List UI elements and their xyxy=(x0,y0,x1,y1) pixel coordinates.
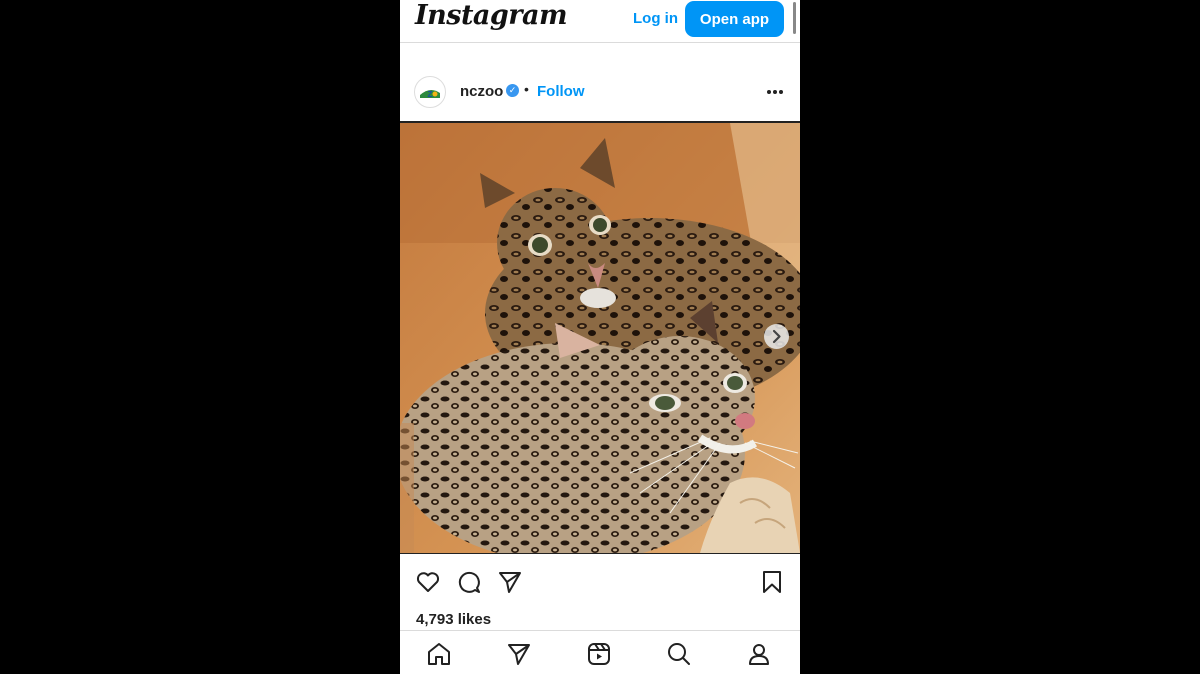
separator-dot: • xyxy=(524,81,529,97)
comment-icon xyxy=(458,571,480,593)
comment-button[interactable] xyxy=(456,569,482,595)
nav-reels[interactable] xyxy=(586,641,612,667)
home-icon xyxy=(428,643,450,665)
heart-icon xyxy=(416,572,440,592)
ocelots-photo-illustration xyxy=(400,123,800,553)
profile-icon xyxy=(749,644,769,665)
bottom-navigation xyxy=(400,630,800,674)
bookmark-icon xyxy=(763,571,781,593)
next-image-button[interactable] xyxy=(764,324,789,349)
follow-button[interactable]: Follow xyxy=(537,83,585,100)
nczoo-logo-icon: Z xyxy=(419,86,441,99)
instagram-logo[interactable]: Instagram xyxy=(415,0,568,31)
direct-icon xyxy=(508,644,530,665)
post-image[interactable] xyxy=(400,121,800,554)
search-icon xyxy=(668,643,690,665)
top-bar: Instagram Log in Open app xyxy=(400,0,800,43)
nav-search[interactable] xyxy=(666,641,692,667)
nav-direct[interactable] xyxy=(506,641,532,667)
likes-count[interactable]: 4,793 likes xyxy=(416,611,491,628)
like-button[interactable] xyxy=(415,569,441,595)
svg-text:Z: Z xyxy=(428,90,433,99)
save-button[interactable] xyxy=(759,569,785,595)
share-button[interactable] xyxy=(497,569,523,595)
instagram-mobile-view: Instagram Log in Open app Z nczoo ✓ • Fo… xyxy=(400,0,800,674)
reels-icon xyxy=(588,643,610,665)
login-button[interactable]: Log in xyxy=(633,10,678,27)
avatar[interactable]: Z xyxy=(414,76,446,108)
nav-home[interactable] xyxy=(426,641,452,667)
share-icon xyxy=(499,572,521,593)
post-username[interactable]: nczoo xyxy=(460,83,503,100)
verified-badge-icon: ✓ xyxy=(506,84,519,97)
more-options-icon[interactable] xyxy=(762,80,788,102)
chevron-right-icon xyxy=(772,329,781,344)
nav-profile[interactable] xyxy=(746,641,772,667)
open-app-button[interactable]: Open app xyxy=(685,1,784,37)
scrollbar[interactable] xyxy=(793,2,796,34)
